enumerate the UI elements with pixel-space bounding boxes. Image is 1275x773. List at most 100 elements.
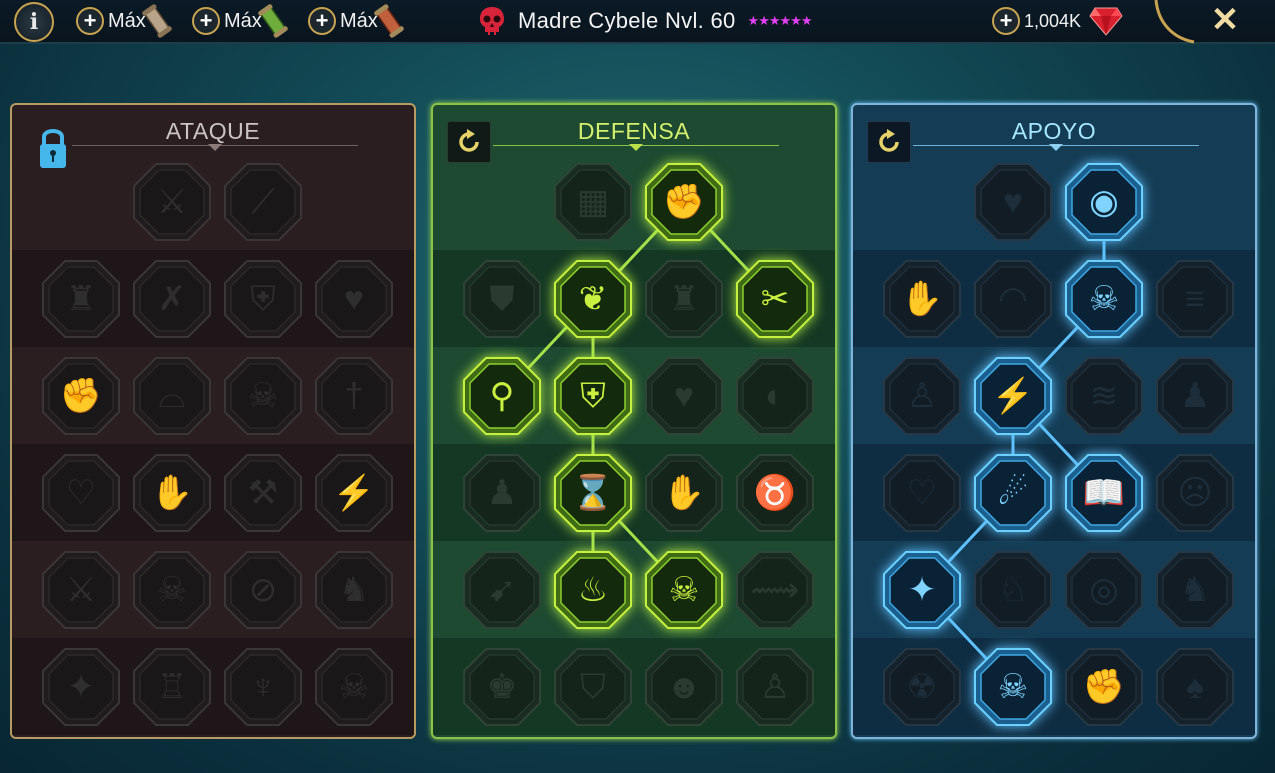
add-icon[interactable]: + xyxy=(192,7,220,35)
talent-node[interactable]: ⛨ xyxy=(554,357,632,435)
slash-arrows-icon: ✗ xyxy=(157,280,187,318)
talent-node[interactable]: ➹ xyxy=(463,551,541,629)
spear-circle-icon: ⊘ xyxy=(248,571,278,609)
triple-swords-icon: ⚔ xyxy=(65,571,97,609)
sparkle-sword-icon: ✦ xyxy=(66,668,96,706)
talent-node[interactable]: ♙ xyxy=(883,357,961,435)
talent-node[interactable]: ♘ xyxy=(974,551,1052,629)
add-icon[interactable]: + xyxy=(76,7,104,35)
talent-node[interactable]: ♉ xyxy=(736,454,814,532)
talent-node[interactable]: ♡ xyxy=(883,454,961,532)
add-icon[interactable]: + xyxy=(308,7,336,35)
swirl-eye-icon: ◉ xyxy=(1089,183,1119,221)
skull-swirl-icon: ☠ xyxy=(247,377,279,415)
hourglass-icon: ⌛ xyxy=(571,474,615,512)
talent-node[interactable]: ⚒ xyxy=(224,454,302,532)
crossed-swords-icon: ⚔ xyxy=(156,183,188,221)
strong-figure-icon: ♙ xyxy=(759,668,791,706)
talent-node[interactable]: ✦ xyxy=(42,648,120,726)
talent-node[interactable]: ♜ xyxy=(645,260,723,338)
talent-node[interactable]: ♖ xyxy=(133,648,211,726)
talent-node[interactable]: ⟋ xyxy=(224,163,302,241)
talent-node[interactable]: ≋ xyxy=(1065,357,1143,435)
talent-node[interactable]: ♟ xyxy=(463,454,541,532)
knight-shield-icon: ⛨ xyxy=(580,377,606,415)
talent-node[interactable]: ▦ xyxy=(554,163,632,241)
talent-node[interactable]: ✋ xyxy=(645,454,723,532)
talent-node[interactable]: ✋ xyxy=(883,260,961,338)
talent-node[interactable]: ♨ xyxy=(554,551,632,629)
talent-node[interactable]: ✊ xyxy=(42,357,120,435)
talent-node[interactable]: ☠ xyxy=(315,648,393,726)
talent-node[interactable]: ♞ xyxy=(315,551,393,629)
talent-node[interactable]: ♜ xyxy=(42,260,120,338)
talent-node[interactable]: ≡ xyxy=(1156,260,1234,338)
talent-node[interactable]: ⚡ xyxy=(974,357,1052,435)
talent-node[interactable]: ⟿ xyxy=(736,551,814,629)
talent-node[interactable]: ⚔ xyxy=(133,163,211,241)
talent-node[interactable]: ☠ xyxy=(974,648,1052,726)
talent-node[interactable]: ✗ xyxy=(133,260,211,338)
talent-node[interactable]: ✂ xyxy=(736,260,814,338)
talent-node[interactable]: ♥ xyxy=(974,163,1052,241)
talent-node[interactable]: ⛉ xyxy=(554,648,632,726)
talent-node[interactable]: ♆ xyxy=(224,648,302,726)
talent-node[interactable]: ✋ xyxy=(133,454,211,532)
flaming-skull-icon: ☠ xyxy=(1088,280,1120,318)
talent-node[interactable]: ☠ xyxy=(1065,260,1143,338)
talent-node[interactable]: ♙ xyxy=(736,648,814,726)
talent-node[interactable]: † xyxy=(315,357,393,435)
info-icon: i xyxy=(29,9,39,35)
info-button[interactable]: i xyxy=(14,2,54,42)
talent-node[interactable]: ⊘ xyxy=(224,551,302,629)
add-icon[interactable]: + xyxy=(992,7,1020,35)
talent-node[interactable]: ⛊ xyxy=(463,260,541,338)
talent-node[interactable]: ✦ xyxy=(883,551,961,629)
arched-shield-icon: ◠ xyxy=(998,280,1028,318)
speed-blade-icon: ≡ xyxy=(1185,280,1205,318)
talent-node[interactable]: ☻ xyxy=(645,648,723,726)
gems-counter[interactable]: + 1,004K xyxy=(992,6,1123,36)
talent-node[interactable]: ⚲ xyxy=(463,357,541,435)
resource-slot-3[interactable]: + Máx xyxy=(308,4,404,38)
talent-node[interactable]: ⌓ xyxy=(133,357,211,435)
talent-node[interactable]: ⌛ xyxy=(554,454,632,532)
ruby-gem-icon xyxy=(1089,7,1123,36)
talent-node[interactable]: ♞ xyxy=(1156,551,1234,629)
talent-node[interactable]: ♥ xyxy=(315,260,393,338)
apoyo-panel: APOYO ♥ ◉ ✋ ◠ ☠ ≡ ♙ ⚡ ≋ ♟ ♡ ☄ 📖 ☹ ✦ ♘ ◎ ♞ ☢ ☠ ✊ ♠ xyxy=(851,103,1257,739)
talent-node[interactable]: ♚ xyxy=(463,648,541,726)
talent-node[interactable]: ♡ xyxy=(42,454,120,532)
talent-node[interactable]: 📖 xyxy=(1065,454,1143,532)
talent-node[interactable]: ✊ xyxy=(1065,648,1143,726)
talent-node[interactable]: ⛨ xyxy=(224,260,302,338)
broken-blades-icon: ✂ xyxy=(760,280,790,318)
champion-name-level: Madre Cybele Nvl. 60 xyxy=(518,8,736,33)
talent-node[interactable]: ✊ xyxy=(645,163,723,241)
axe-icon: ⚒ xyxy=(247,474,279,512)
champion-title: Madre Cybele Nvl. 60 ★★★★★★ xyxy=(478,4,812,38)
warrior-bust-icon: ♜ xyxy=(668,280,700,318)
close-button[interactable]: ✕ xyxy=(1206,2,1244,40)
talent-node[interactable]: ◐ xyxy=(736,357,814,435)
talent-node[interactable]: ◎ xyxy=(1065,551,1143,629)
talent-node[interactable]: ♟ xyxy=(1156,357,1234,435)
resource-slot-1[interactable]: + Máx xyxy=(76,4,172,38)
talent-node[interactable]: ♠ xyxy=(1156,648,1234,726)
open-book-icon: 📖 xyxy=(1082,474,1126,512)
talent-node[interactable]: ☠ xyxy=(133,551,211,629)
talent-node[interactable]: ☢ xyxy=(883,648,961,726)
talent-node[interactable]: ☠ xyxy=(224,357,302,435)
talent-node[interactable]: ⚡ xyxy=(315,454,393,532)
talent-node[interactable]: ◠ xyxy=(974,260,1052,338)
leaping-figure-icon: ♞ xyxy=(1179,571,1211,609)
talent-node[interactable]: ☠ xyxy=(645,551,723,629)
resource-slot-2[interactable]: + Máx xyxy=(192,4,288,38)
talent-node[interactable]: ⚔ xyxy=(42,551,120,629)
talent-node[interactable]: ☹ xyxy=(1156,454,1234,532)
talent-node[interactable]: ◉ xyxy=(1065,163,1143,241)
empowered-figure-icon: ♙ xyxy=(906,377,938,415)
talent-node[interactable]: ☄ xyxy=(974,454,1052,532)
talent-node[interactable]: ❦ xyxy=(554,260,632,338)
talent-node[interactable]: ♥ xyxy=(645,357,723,435)
